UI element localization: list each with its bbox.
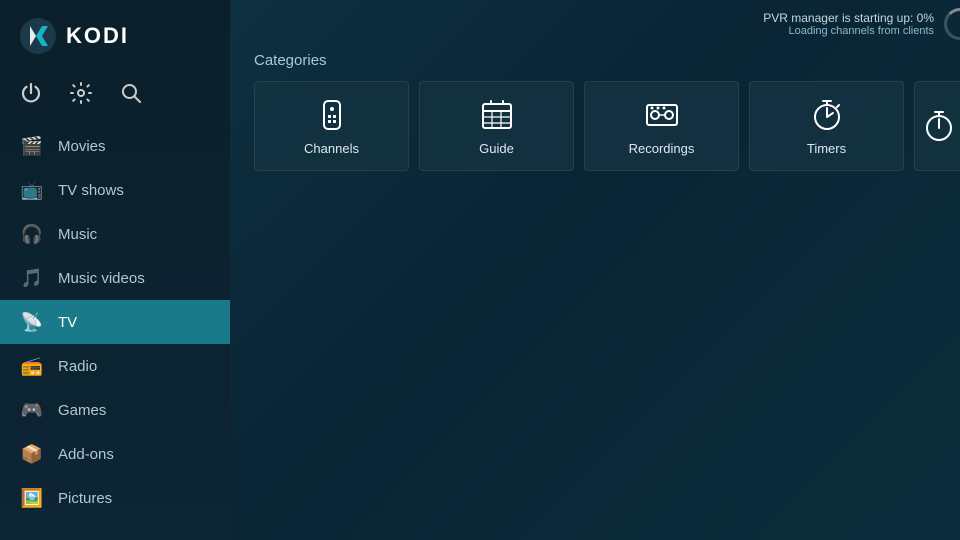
sidebar-item-tv-shows[interactable]: 📺 TV shows bbox=[0, 168, 230, 212]
sidebar-item-add-ons[interactable]: 📦 Add-ons bbox=[0, 432, 230, 476]
sidebar-header: KODI bbox=[0, 0, 230, 72]
sidebar-item-label-add-ons: Add-ons bbox=[58, 446, 114, 463]
pvr-status: PVR manager is starting up: 0% Loading c… bbox=[763, 11, 934, 37]
add-ons-nav-icon: 📦 bbox=[20, 442, 44, 466]
movies-nav-icon: 🎬 bbox=[20, 134, 44, 158]
sidebar-item-label-music-videos: Music videos bbox=[58, 270, 145, 287]
recordings-icon bbox=[644, 97, 680, 133]
sidebar-item-radio[interactable]: 📻 Radio bbox=[0, 344, 230, 388]
guide-label: Guide bbox=[479, 141, 514, 156]
sidebar-item-label-tv-shows: TV shows bbox=[58, 182, 124, 199]
guide-icon bbox=[479, 97, 515, 133]
category-tile-timers[interactable]: Timers bbox=[749, 81, 904, 171]
sidebar-toolbar bbox=[0, 72, 230, 124]
category-tile-channels[interactable]: Channels bbox=[254, 81, 409, 171]
timers-label: Timers bbox=[807, 141, 846, 156]
tv-shows-nav-icon: 📺 bbox=[20, 178, 44, 202]
category-tile-recordings[interactable]: Recordings bbox=[584, 81, 739, 171]
sidebar-nav: 🎬 Movies 📺 TV shows 🎧 Music 🎵 Music videos 📡 TV 📻 R… bbox=[0, 124, 230, 540]
sidebar-item-label-radio: Radio bbox=[58, 358, 97, 375]
pictures-nav-icon: 🖼️ bbox=[20, 486, 44, 510]
timers-icon bbox=[809, 97, 845, 133]
channels-icon bbox=[314, 97, 350, 133]
settings-button[interactable] bbox=[70, 82, 92, 110]
sidebar-item-label-music: Music bbox=[58, 226, 97, 243]
sidebar-item-pictures[interactable]: 🖼️ Pictures bbox=[0, 476, 230, 520]
app-title: KODI bbox=[66, 23, 129, 49]
top-bar: PVR manager is starting up: 0% Loading c… bbox=[230, 0, 960, 44]
category-tile-guide[interactable]: Guide bbox=[419, 81, 574, 171]
categories-grid: Channels Guide bbox=[230, 81, 960, 171]
sidebar-item-movies[interactable]: 🎬 Movies bbox=[0, 124, 230, 168]
channels-label: Channels bbox=[304, 141, 359, 156]
sidebar-item-label-games: Games bbox=[58, 402, 106, 419]
sidebar-item-label-pictures: Pictures bbox=[58, 490, 112, 507]
loading-spinner bbox=[944, 8, 960, 40]
pvr-status-line2: Loading channels from clients bbox=[763, 25, 934, 37]
sidebar-item-label-movies: Movies bbox=[58, 138, 106, 155]
sidebar-item-games[interactable]: 🎮 Games bbox=[0, 388, 230, 432]
sidebar-item-music[interactable]: 🎧 Music bbox=[0, 212, 230, 256]
search-button[interactable] bbox=[120, 82, 142, 110]
music-videos-nav-icon: 🎵 bbox=[20, 266, 44, 290]
sidebar-item-label-tv: TV bbox=[58, 314, 77, 331]
radio-nav-icon: 📻 bbox=[20, 354, 44, 378]
power-button[interactable] bbox=[20, 82, 42, 110]
kodi-logo-icon bbox=[20, 18, 56, 54]
recordings-label: Recordings bbox=[629, 141, 695, 156]
games-nav-icon: 🎮 bbox=[20, 398, 44, 422]
category-tile-timers2[interactable] bbox=[914, 81, 960, 171]
sidebar: KODI 🎬 Movies 📺 TV shows 🎧 Music 🎵 Music videos… bbox=[0, 0, 230, 540]
pvr-status-line1: PVR manager is starting up: 0% bbox=[763, 11, 934, 25]
sidebar-item-tv[interactable]: 📡 TV bbox=[0, 300, 230, 344]
tv-nav-icon: 📡 bbox=[20, 310, 44, 334]
categories-heading: Categories bbox=[230, 44, 960, 81]
sidebar-item-music-videos[interactable]: 🎵 Music videos bbox=[0, 256, 230, 300]
timers2-icon bbox=[921, 108, 957, 144]
main-content: PVR manager is starting up: 0% Loading c… bbox=[230, 0, 960, 540]
music-nav-icon: 🎧 bbox=[20, 222, 44, 246]
